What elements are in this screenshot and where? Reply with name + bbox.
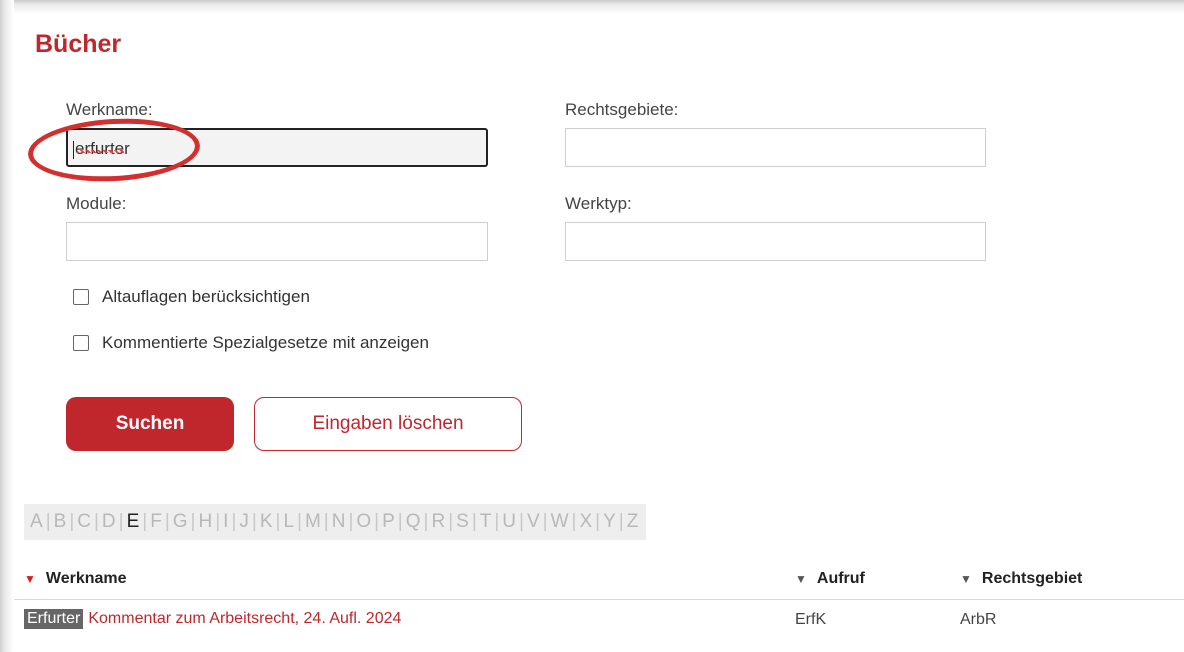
clear-inputs-button[interactable]: Eingaben löschen [254, 397, 522, 451]
letter-separator: | [423, 511, 429, 532]
alphabet-letter-u[interactable]: U [500, 511, 518, 533]
sort-icon: ▼ [960, 572, 972, 586]
match-highlight: Erfurter [24, 609, 84, 629]
letter-separator: | [519, 511, 524, 532]
letter-separator: | [231, 511, 237, 532]
book-title-link[interactable]: Kommentar zum Arbeitsrecht, 24. Aufl. 20… [88, 610, 401, 627]
rechtsgebiet-cell: ArbR [960, 611, 997, 628]
alphabet-letter-m[interactable]: M [303, 511, 323, 533]
column-header-rechtsgebiet[interactable]: ▼ Rechtsgebiet [960, 570, 1082, 588]
altauflagen-checkbox[interactable] [73, 289, 89, 305]
window-frame-top [0, 0, 1184, 14]
alphabet-letter-y[interactable]: Y [601, 511, 618, 533]
sort-icon: ▼ [795, 572, 807, 586]
letter-separator: | [542, 511, 548, 532]
column-header-werkname[interactable]: ▼ Werkname [24, 570, 127, 588]
letter-separator: | [323, 511, 329, 532]
alphabet-letter-o[interactable]: O [354, 511, 373, 533]
letter-separator: | [471, 511, 477, 532]
altauflagen-label: Altauflagen berücksichtigen [102, 287, 310, 306]
alphabet-letter-i[interactable]: I [221, 511, 230, 533]
search-button[interactable]: Suchen [66, 397, 234, 451]
column-header-label: Werkname [45, 570, 127, 587]
table-row[interactable]: Erfurter Kommentar zum Arbeitsrecht, 24. … [24, 609, 401, 629]
letter-separator: | [251, 511, 257, 532]
werktyp-label: Werktyp: [565, 194, 632, 213]
alphabet-letter-b[interactable]: B [52, 511, 69, 533]
letter-separator: | [297, 511, 302, 532]
alphabet-letter-a[interactable]: A [28, 511, 45, 533]
alphabet-letter-p[interactable]: P [380, 511, 397, 533]
alphabet-letter-j[interactable]: J [237, 511, 251, 533]
letter-separator: | [595, 511, 601, 532]
alphabet-letter-f[interactable]: F [148, 511, 164, 533]
module-label: Module: [66, 194, 127, 213]
letter-separator: | [215, 511, 221, 532]
alphabet-letter-t[interactable]: T [478, 511, 494, 533]
spezialgesetze-checkbox[interactable] [73, 335, 89, 351]
letter-separator: | [164, 511, 170, 532]
letter-separator: | [374, 511, 380, 532]
alphabet-letter-s[interactable]: S [454, 511, 471, 533]
letter-separator: | [571, 511, 577, 532]
page-title: Bücher [35, 30, 122, 58]
alphabet-letter-l[interactable]: L [281, 511, 296, 533]
alphabet-letter-q[interactable]: Q [404, 511, 423, 533]
letter-separator: | [348, 511, 354, 532]
werktyp-input[interactable] [565, 222, 986, 261]
alphabet-letter-v[interactable]: V [525, 511, 542, 533]
werkname-label: Werkname: [66, 100, 153, 119]
letter-separator: | [494, 511, 500, 532]
rechtsgebiete-label: Rechtsgebiete: [565, 100, 679, 119]
module-input[interactable] [66, 222, 488, 261]
window-frame-left [0, 0, 14, 652]
aufruf-cell: ErfK [795, 611, 827, 628]
alphabet-letter-w[interactable]: W [549, 511, 571, 533]
rechtsgebiete-input[interactable] [565, 128, 986, 167]
sort-desc-icon: ▼ [24, 572, 36, 586]
letter-separator: | [397, 511, 403, 532]
letter-separator: | [93, 511, 99, 532]
letter-separator: | [142, 511, 148, 532]
alphabet-letter-r[interactable]: R [429, 511, 447, 533]
column-header-label: Rechtsgebiet [981, 570, 1083, 587]
letter-separator: | [190, 511, 196, 532]
alphabet-letter-z[interactable]: Z [625, 511, 641, 533]
column-header-aufruf[interactable]: ▼ Aufruf [795, 570, 865, 588]
spezialgesetze-label: Kommentierte Spezialgesetze mit anzeigen [102, 333, 429, 352]
column-header-label: Aufruf [816, 570, 865, 587]
alphabet-letter-g[interactable]: G [171, 511, 190, 533]
alphabet-letter-k[interactable]: K [258, 511, 275, 533]
alphabet-letter-c[interactable]: C [75, 511, 93, 533]
letter-separator: | [69, 511, 75, 532]
letter-separator: | [118, 511, 124, 532]
letter-separator: | [448, 511, 454, 532]
alphabet-letter-d[interactable]: D [100, 511, 118, 533]
alphabet-letter-e[interactable]: E [125, 511, 142, 533]
alphabet-filter: A | B | C | D | E | F | G | H | I | J | K | L | M | N | O | P | Q | R | S | T |… [24, 504, 647, 540]
alphabet-letter-n[interactable]: N [330, 511, 348, 533]
letter-separator: | [618, 511, 624, 532]
altauflagen-option[interactable]: Altauflagen berücksichtigen [73, 287, 310, 307]
letter-separator: | [45, 511, 51, 532]
table-header-divider [14, 599, 1184, 600]
spezialgesetze-option[interactable]: Kommentierte Spezialgesetze mit anzeigen [73, 333, 429, 353]
alphabet-letter-h[interactable]: H [196, 511, 214, 533]
letter-separator: | [275, 511, 281, 532]
alphabet-letter-x[interactable]: X [577, 511, 594, 533]
